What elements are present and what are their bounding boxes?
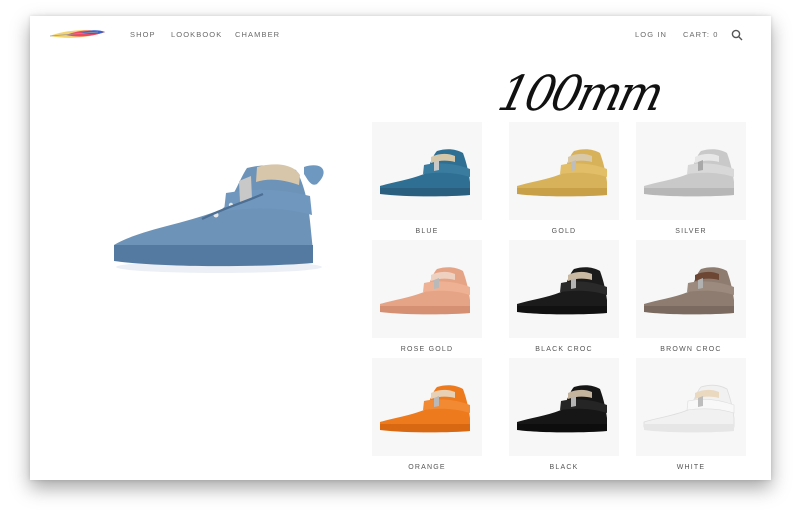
product-label-orange[interactable]: ORANGE [372, 464, 482, 471]
product-image-silver[interactable] [636, 122, 746, 220]
product-card-rose-gold[interactable]: ROSE GOLD [372, 240, 482, 358]
search-icon[interactable] [731, 29, 743, 41]
nav-chamber-link[interactable]: CHAMBER [235, 30, 280, 39]
featured-blue-sneaker-image [114, 164, 324, 273]
login-link[interactable]: LOG IN [635, 30, 667, 39]
product-label-gold[interactable]: GOLD [509, 228, 619, 235]
product-label-white[interactable]: WHITE [636, 464, 746, 471]
product-label-blue[interactable]: BLUE [372, 228, 482, 235]
nav-lookbook-link[interactable]: LOOKBOOK [171, 30, 222, 39]
product-label-black-croc[interactable]: BLACK CROC [509, 346, 619, 353]
sneaker-white-icon [643, 384, 735, 433]
product-label-rose-gold[interactable]: ROSE GOLD [372, 346, 482, 353]
collection-title-100mm: 100mm [492, 64, 668, 122]
sneaker-brown-croc-icon [644, 267, 734, 315]
product-card-brown-croc[interactable]: BROWN CROC [636, 240, 746, 358]
sneaker-black-croc-icon [517, 267, 607, 315]
sneaker-black-icon [517, 385, 607, 433]
feather-logo-icon[interactable] [48, 24, 108, 44]
product-card-blue[interactable]: BLUE [372, 122, 482, 240]
product-image-rose-gold[interactable] [372, 240, 482, 338]
product-card-gold[interactable]: GOLD [509, 122, 619, 240]
nav-shop-link[interactable]: SHOP [130, 30, 156, 39]
product-image-orange[interactable] [372, 358, 482, 456]
sneaker-gold-icon [517, 149, 607, 197]
product-image-brown-croc[interactable] [636, 240, 746, 338]
sneaker-silver-icon [644, 149, 734, 197]
sneaker-blue-icon [380, 149, 470, 197]
top-nav-bar: SHOP LOOKBOOK CHAMBER LOG IN CART: 0 [30, 16, 771, 52]
product-card-white[interactable]: WHITE [636, 358, 746, 476]
product-image-black-croc[interactable] [509, 240, 619, 338]
cart-link[interactable]: CART: 0 [683, 30, 719, 39]
product-label-silver[interactable]: SILVER [636, 228, 746, 235]
product-label-black[interactable]: BLACK [509, 464, 619, 471]
product-card-silver[interactable]: SILVER [636, 122, 746, 240]
sneaker-rose-gold-icon [380, 267, 470, 315]
product-image-gold[interactable] [509, 122, 619, 220]
sneaker-orange-icon [380, 385, 470, 433]
page-frame: SHOP LOOKBOOK CHAMBER LOG IN CART: 0 100… [30, 16, 771, 480]
product-card-black[interactable]: BLACK [509, 358, 619, 476]
product-card-orange[interactable]: ORANGE [372, 358, 482, 476]
product-image-black[interactable] [509, 358, 619, 456]
product-card-black-croc[interactable]: BLACK CROC [509, 240, 619, 358]
product-image-blue[interactable] [372, 122, 482, 220]
product-label-brown-croc[interactable]: BROWN CROC [636, 346, 746, 353]
product-image-white[interactable] [636, 358, 746, 456]
